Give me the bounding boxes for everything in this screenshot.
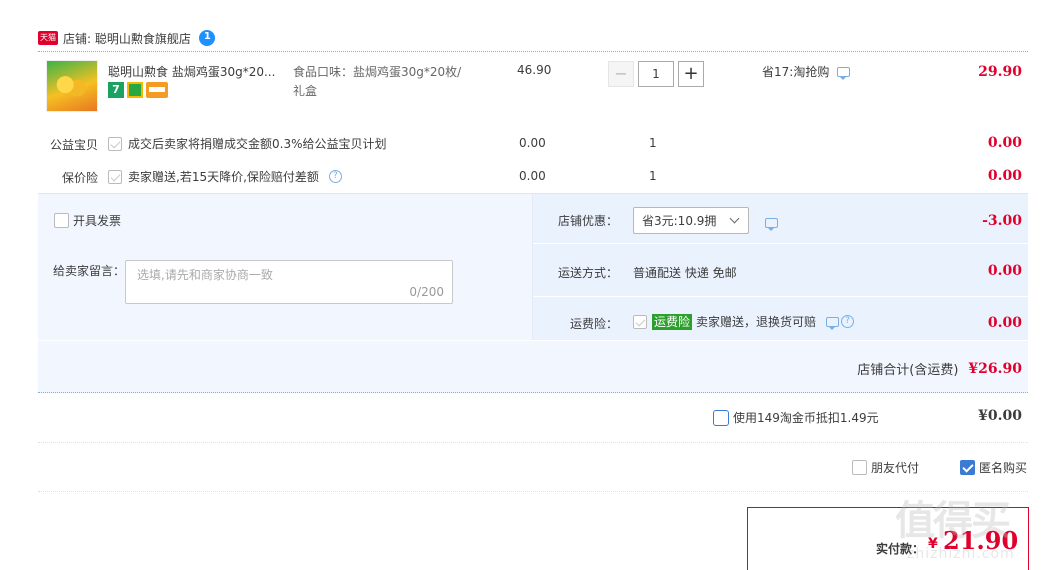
thumbnail-egg-image <box>55 75 89 99</box>
credit-card-icon <box>146 82 168 98</box>
shipping-amount: 0.00 <box>987 263 1022 279</box>
anonymous-label: 匿名购买 <box>979 461 1028 475</box>
message-label: 给卖家留言： <box>53 264 126 278</box>
coins-checkbox[interactable] <box>713 409 729 426</box>
message-placeholder: 选填,请先和商家协商一致 <box>137 268 273 282</box>
item-sku-info: 食品口味：盐焗鸡蛋30g*20枚/礼盒 <box>293 65 462 98</box>
shipping-label: 运送方式： <box>558 266 619 280</box>
charity-qty: 1 <box>649 136 657 150</box>
discount-tag-label: 省17:淘抢购 <box>762 65 830 79</box>
insurance-total: 0.00 <box>987 168 1022 184</box>
shop-header: 天猫 店铺: 聪明山勲食旗舰店 1 <box>38 28 215 48</box>
chevron-down-icon <box>729 213 740 224</box>
insurance-help-icon[interactable]: ? <box>328 170 342 183</box>
item-title-link[interactable]: 聪明山勲食 盐焗鸡蛋30g*20... <box>108 63 283 80</box>
shop-discount-chat-icon[interactable] <box>765 217 778 231</box>
tmall-badge: 天猫 <box>38 31 58 45</box>
charity-label: 公益宝贝 <box>50 138 99 152</box>
insurance-row: 卖家赠送,若15天降价,保险赔付差额 ? <box>108 168 342 185</box>
item-discount-tag: 省17:淘抢购 <box>762 63 851 80</box>
insurance-price: 0.00 <box>519 169 546 183</box>
quantity-stepper: − 1 + <box>608 61 704 87</box>
shipping-value: 普通配送 快递 免邮 <box>633 266 737 280</box>
insurance-checkbox[interactable] <box>108 169 122 184</box>
invoice-label: 开具发票 <box>73 214 122 228</box>
item-unit-price: 46.90 <box>517 63 552 77</box>
item-top-border <box>38 51 1028 52</box>
freight-insurance-chat-icon[interactable] <box>826 316 840 330</box>
panel-row-divider-2 <box>533 296 1028 297</box>
invoice-checkbox[interactable] <box>54 213 69 228</box>
panel-row-divider-3 <box>38 340 1028 341</box>
insurance-qty: 1 <box>649 169 657 183</box>
freight-insurance-amount: 0.00 <box>987 315 1022 331</box>
quality-assurance-icon <box>127 82 143 98</box>
shop-total-row: 店铺合计(含运费) ¥26.90 <box>857 359 1022 379</box>
shop-total-label: 店铺合计(含运费) <box>857 363 959 378</box>
charity-price: 0.00 <box>519 136 546 150</box>
shop-discount-amount: -3.00 <box>982 213 1022 229</box>
coins-bottom-border <box>38 442 1028 443</box>
invoice-option[interactable]: 开具发票 <box>54 212 121 229</box>
wangwang-chat-icon[interactable]: 1 <box>198 30 215 46</box>
quantity-increase-button[interactable]: + <box>678 61 704 87</box>
quantity-decrease-button[interactable]: − <box>608 61 634 87</box>
pay-summary-box: 实付款： ¥ 21.90 <box>747 507 1029 570</box>
freight-insurance-checkbox[interactable] <box>633 314 647 329</box>
insurance-desc: 卖家赠送,若15天降价,保险赔付差额 <box>128 170 319 184</box>
charity-checkbox[interactable] <box>108 136 122 151</box>
shop-discount-selected: 省3元:10.9拥 <box>642 214 717 228</box>
discount-chat-icon[interactable] <box>837 66 851 80</box>
pay-label: 实付款： <box>876 542 925 556</box>
freight-insurance-label: 运费险： <box>570 317 619 331</box>
freight-insurance-help-icon[interactable]: ? <box>841 315 855 328</box>
coins-option[interactable]: 使用149淘金币抵扣1.49元 <box>713 409 879 426</box>
pay-currency: ¥ <box>928 536 938 552</box>
freight-insurance-row: 运费险 卖家赠送，退换货可赔 ? <box>633 313 855 330</box>
message-textarea[interactable]: 选填,请先和商家协商一致 0/200 <box>125 260 453 304</box>
options-bottom-border <box>38 491 1028 492</box>
shop-total-amount: ¥26.90 <box>968 360 1022 377</box>
coins-label: 使用149淘金币抵扣1.49元 <box>733 411 879 425</box>
freight-insurance-tag: 运费险 <box>652 313 693 330</box>
charity-row: 成交后卖家将捐赠成交金额0.3%给公益宝贝计划 <box>108 135 387 152</box>
message-char-counter: 0/200 <box>409 285 444 299</box>
pay-amount: 21.90 <box>943 526 1019 555</box>
friend-pay-label: 朋友代付 <box>871 461 920 475</box>
item-service-icons: 7 <box>108 82 168 98</box>
freight-insurance-desc: 卖家赠送，退换货可赔 <box>696 315 817 329</box>
anonymous-option[interactable]: 匿名购买 <box>960 459 1027 476</box>
quantity-input[interactable]: 1 <box>638 61 674 87</box>
charity-desc: 成交后卖家将捐赠成交金额0.3%给公益宝贝计划 <box>128 137 387 151</box>
insurance-label: 保价险 <box>62 171 99 185</box>
friend-pay-checkbox[interactable] <box>852 460 867 475</box>
friend-pay-option[interactable]: 朋友代付 <box>852 459 919 476</box>
panel-row-divider-1 <box>533 243 1028 244</box>
item-subtotal: 29.90 <box>978 64 1022 80</box>
coins-amount: ¥0.00 <box>978 408 1022 424</box>
seven-day-return-icon: 7 <box>108 82 124 98</box>
shop-discount-label: 店铺优惠： <box>558 214 619 228</box>
shop-name-link[interactable]: 店铺: 聪明山勲食旗舰店 <box>63 30 191 47</box>
item-thumbnail[interactable] <box>46 60 98 112</box>
charity-total: 0.00 <box>987 135 1022 151</box>
anonymous-checkbox[interactable] <box>960 460 975 475</box>
shop-discount-select[interactable]: 省3元:10.9拥 <box>633 207 749 234</box>
